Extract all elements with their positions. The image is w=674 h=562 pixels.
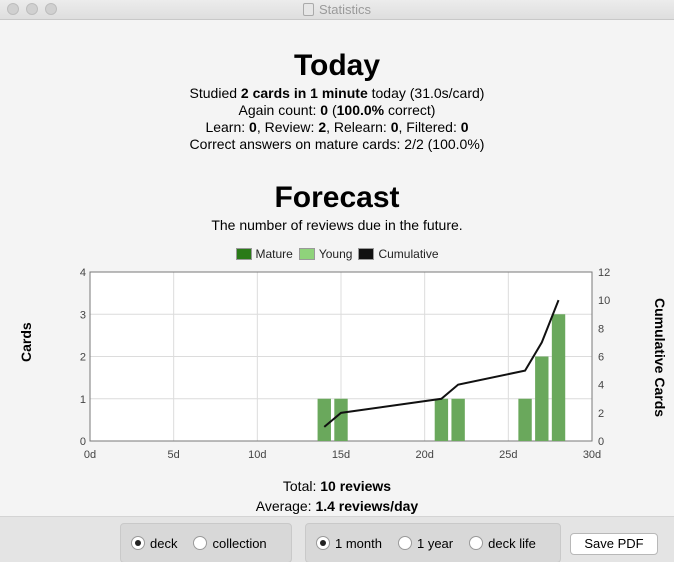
forecast-bar (434, 398, 449, 441)
radio-label: 1 month (335, 535, 382, 551)
y-tick-label: 4 (80, 267, 86, 279)
radio-dot[interactable] (316, 536, 330, 550)
x-tick-label: 0d (84, 449, 96, 461)
y2-tick-label: 2 (598, 408, 604, 420)
x-tick-label: 20d (415, 449, 433, 461)
period-radio-1-year[interactable]: 1 year (397, 535, 454, 551)
y2-tick-label: 10 (598, 295, 610, 307)
period-radio-1-month[interactable]: 1 month (316, 536, 382, 551)
x-tick-label: 15d (332, 449, 350, 461)
y2-tick-label: 12 (598, 267, 610, 279)
forecast-chart: 0d 5d 10d 15d 20d 25d 30d01234024681012 (80, 267, 610, 461)
radio-label: collection (212, 535, 267, 551)
forecast-bar (334, 398, 348, 441)
save-pdf-button[interactable]: Save PDF (570, 533, 658, 555)
radio-label: deck life (488, 535, 536, 551)
x-tick-label: 25d (499, 449, 517, 461)
y-tick-label: 3 (80, 309, 86, 321)
radio-dot[interactable] (469, 536, 484, 550)
forecast-bar (551, 314, 566, 441)
radio-label: 1 year (416, 535, 454, 551)
y-tick-label: 2 (80, 352, 86, 364)
period-radio-deck-life[interactable]: deck life (469, 536, 536, 551)
scope-radio-collection[interactable]: collection (193, 535, 267, 551)
forecast-bar (451, 398, 465, 441)
radio-label: deck (150, 535, 178, 551)
radio-dot[interactable] (131, 536, 145, 550)
y-tick-label: 1 (80, 394, 86, 406)
y-tick-label: 0 (80, 436, 86, 448)
y2-tick-label: 8 (598, 323, 604, 335)
forecast-bar (535, 356, 549, 441)
bottom-toolbar: deck collection 1 month 1 year deck life Sa… (0, 516, 674, 562)
radio-dot[interactable] (193, 536, 208, 550)
forecast-bar (518, 398, 532, 441)
radio-dot[interactable] (397, 536, 412, 550)
y2-tick-label: 0 (598, 436, 604, 448)
y2-tick-label: 4 (598, 380, 604, 392)
x-tick-label: 5d (168, 449, 180, 461)
x-tick-label: 10d (248, 449, 266, 461)
scope-radio-deck[interactable]: deck (131, 536, 177, 551)
scope-group: deck collection (120, 523, 292, 562)
period-group: 1 month 1 year deck life (305, 523, 561, 562)
forecast-bar (317, 398, 331, 441)
y2-tick-label: 6 (598, 352, 604, 364)
x-tick-label: 30d (583, 449, 601, 461)
